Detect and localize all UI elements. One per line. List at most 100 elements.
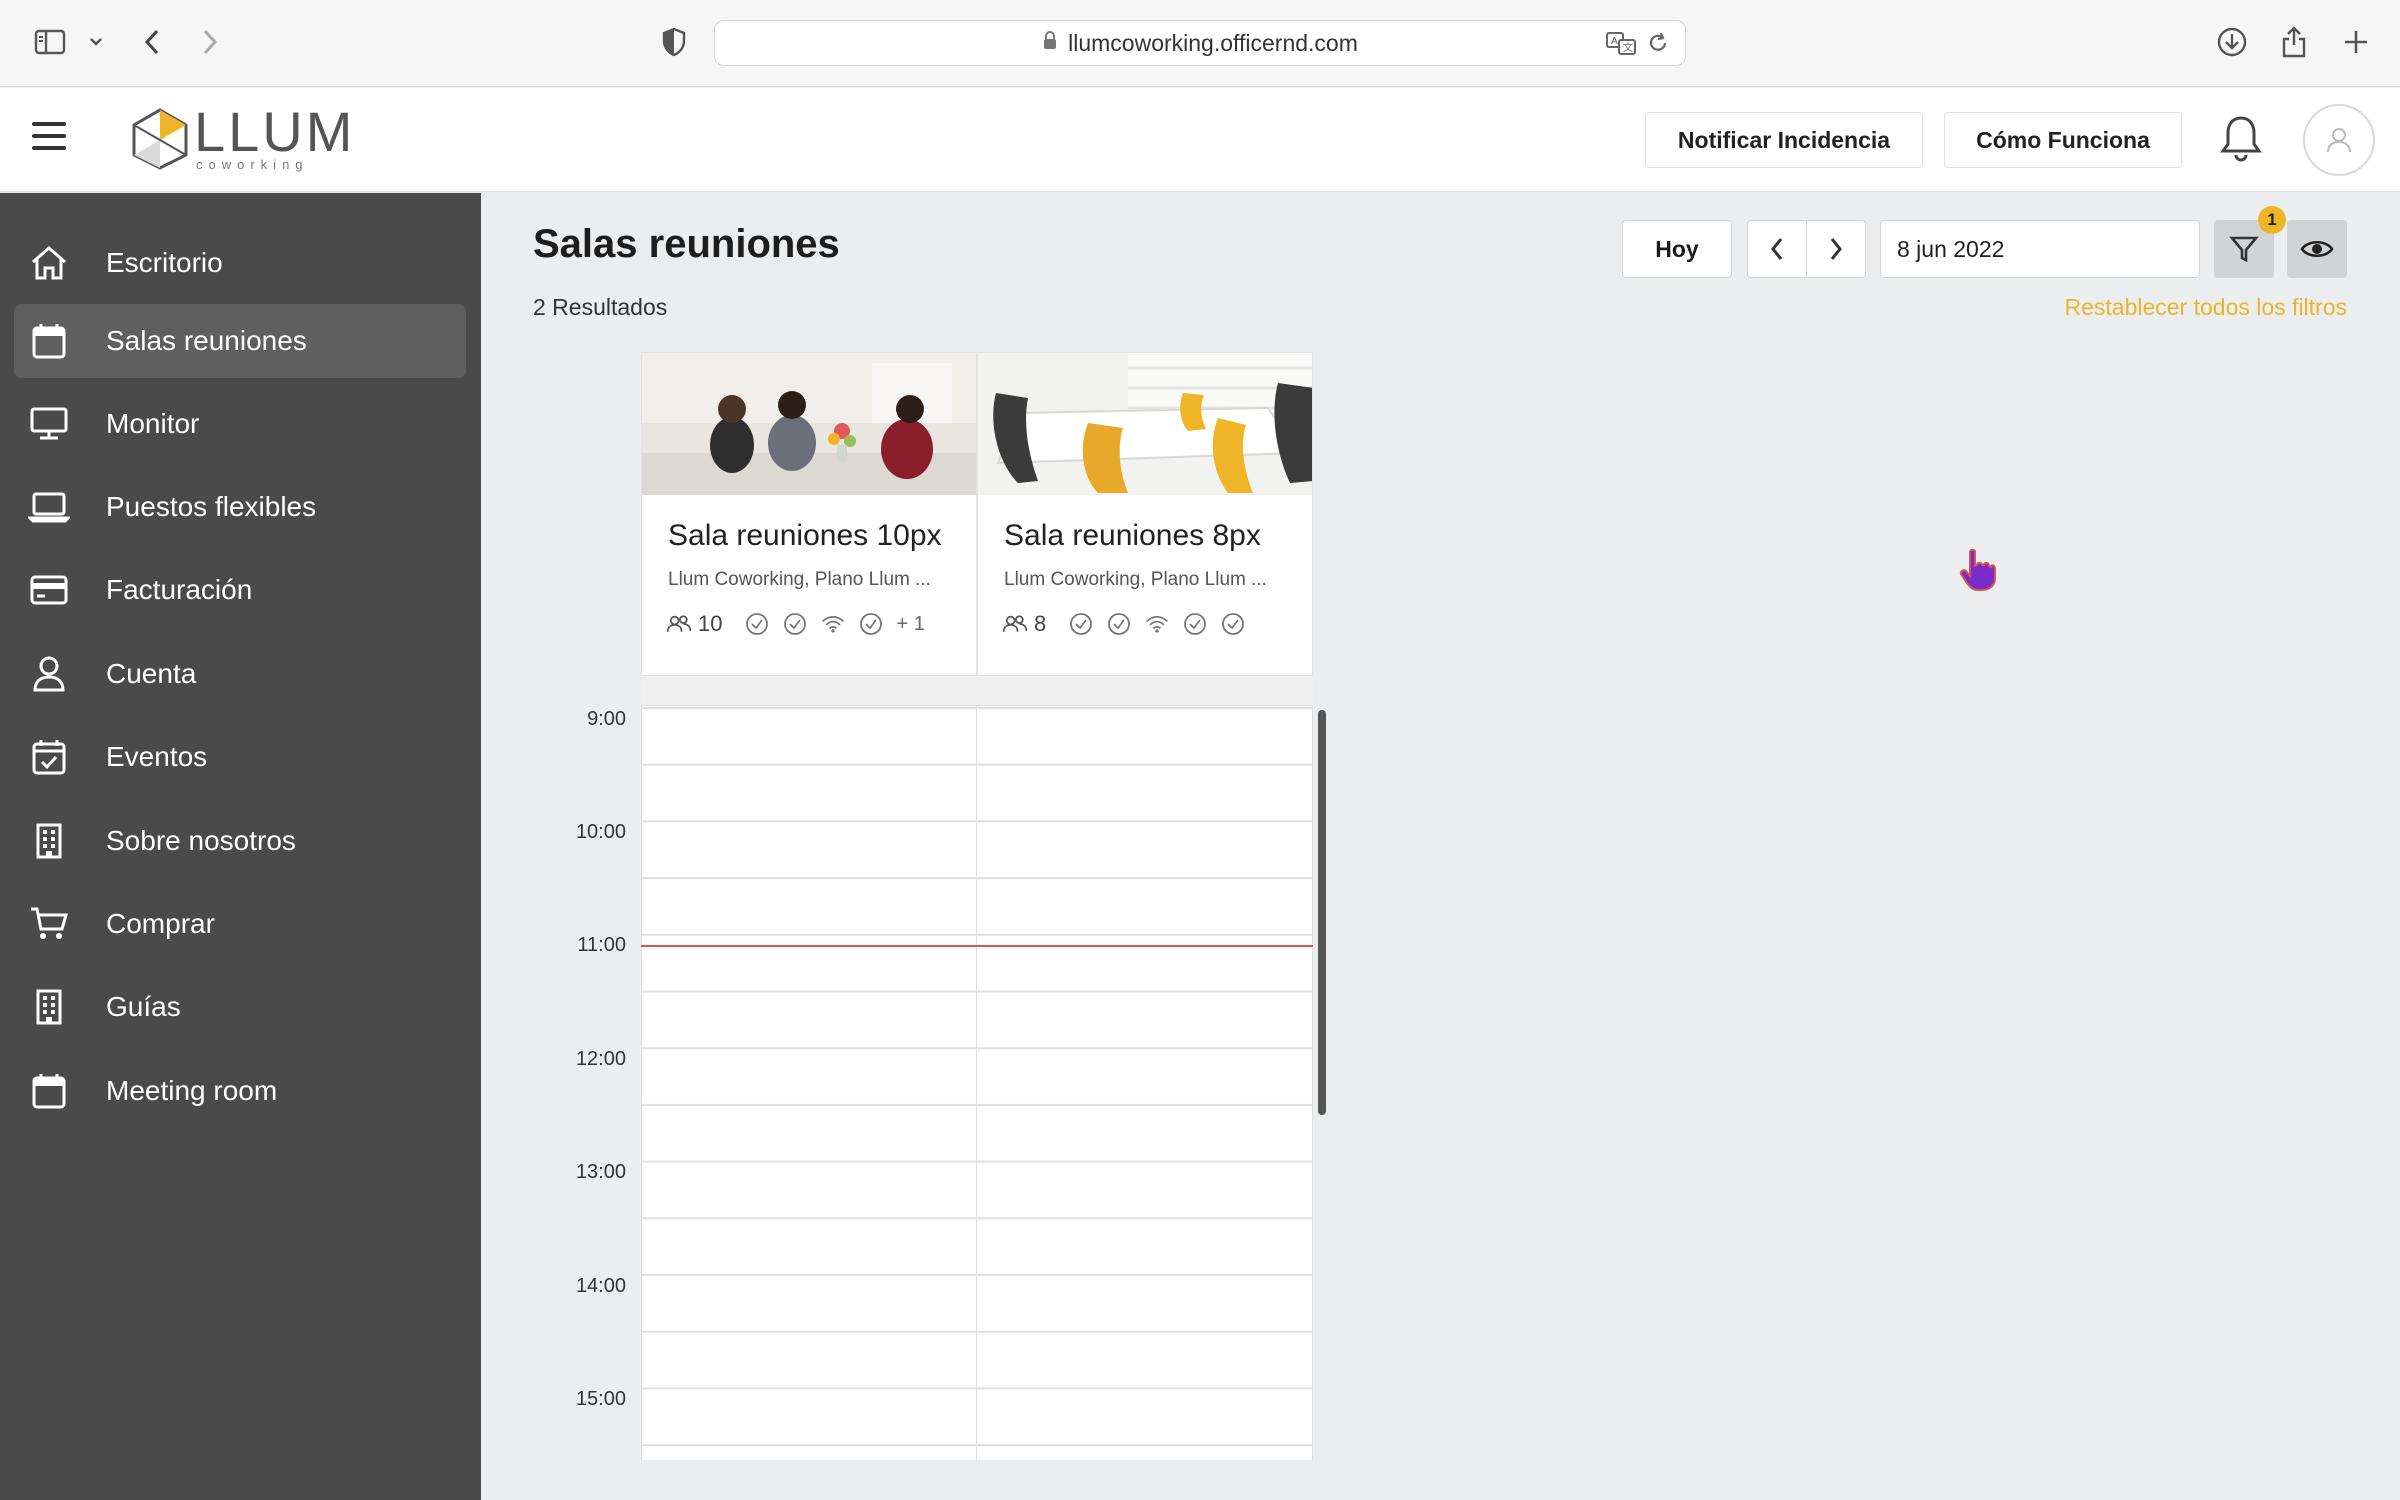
sidebar-item-label: Escritorio (106, 247, 223, 278)
wifi-icon (1144, 611, 1170, 637)
sidebar-item-comprar[interactable]: Comprar (14, 887, 466, 961)
sidebar-item-facturacion[interactable]: Facturación (14, 553, 466, 627)
time-label: 12:00 (575, 1048, 626, 1070)
forward-icon[interactable] (192, 24, 228, 60)
today-button[interactable]: Hoy (1622, 220, 1732, 278)
current-time-line (641, 945, 1313, 947)
check-badge-icon (1106, 611, 1132, 637)
logo[interactable]: LLUM coworking (132, 100, 356, 172)
svg-text:A: A (1611, 36, 1618, 47)
calendar-grid-lines (977, 707, 1313, 1447)
calendar-check-icon (28, 736, 70, 778)
svg-text:文: 文 (1623, 41, 1633, 54)
sidebar-item-label: Sobre nosotros (106, 825, 296, 856)
reload-icon[interactable] (1647, 31, 1669, 63)
laptop-icon (28, 486, 70, 528)
avatar[interactable] (2303, 104, 2375, 176)
address-bar[interactable]: llumcoworking.officernd.com A文 (714, 20, 1686, 66)
sidebar-item-salas-reuniones[interactable]: Salas reuniones (14, 304, 466, 378)
sidebar-item-sobre-nosotros[interactable]: Sobre nosotros (14, 804, 466, 878)
calendar-scrollbar[interactable] (1318, 710, 1326, 1115)
room-name: Sala reuniones 8px (1004, 519, 1261, 552)
new-tab-icon[interactable] (2338, 24, 2374, 60)
sidebar-item-label: Eventos (106, 741, 208, 772)
time-label: 14:00 (575, 1275, 626, 1297)
room-photo (642, 353, 976, 495)
eye-icon (2300, 240, 2334, 258)
date-field[interactable] (1880, 220, 2200, 278)
translate-icon[interactable]: A文 (1605, 31, 1637, 63)
room-card[interactable]: Sala reuniones 8px Llum Coworking, Plano… (977, 352, 1313, 676)
view-toggle-button[interactable] (2287, 220, 2347, 278)
filter-icon (2229, 236, 2259, 263)
menu-icon[interactable] (32, 122, 66, 152)
sidebar-item-guias[interactable]: Guías (14, 970, 466, 1044)
calendar-icon (28, 320, 70, 362)
pointer-cursor-icon (1958, 548, 1996, 592)
sidebar-item-puestos-flexibles[interactable]: Puestos flexibles (14, 470, 466, 544)
room-photo (978, 353, 1312, 495)
calendar-column-room-2[interactable] (977, 706, 1313, 1460)
sidebar-item-label: Comprar (106, 908, 215, 939)
check-badge-icon (1220, 611, 1246, 637)
more-amenities: + 1 (896, 612, 925, 635)
people-icon (666, 611, 692, 637)
app-header: LLUM coworking Notificar Incidencia Cómo… (0, 88, 2400, 192)
next-day-button[interactable] (1806, 220, 1866, 278)
results-count: 2 Resultados (533, 294, 668, 320)
building-icon (28, 820, 70, 862)
report-issue-button[interactable]: Notificar Incidencia (1645, 112, 1923, 168)
lock-icon (1042, 30, 1058, 57)
logo-wordmark: LLUM (194, 100, 356, 163)
cart-icon (28, 903, 70, 945)
sidebar-toggle-icon[interactable] (32, 24, 68, 60)
previous-day-button[interactable] (1747, 220, 1807, 278)
sidebar-item-escritorio[interactable]: Escritorio (14, 226, 466, 300)
sidebar-item-monitor[interactable]: Monitor (14, 387, 466, 461)
sidebar-item-label: Monitor (106, 408, 200, 439)
sidebar-item-cuenta[interactable]: Cuenta (14, 637, 466, 711)
wifi-icon (820, 611, 846, 637)
room-capacity: 8 (1034, 611, 1047, 636)
sidebar-item-label: Facturación (106, 574, 253, 605)
building-icon (28, 986, 70, 1028)
check-badge-icon (858, 611, 884, 637)
credit-card-icon (28, 569, 70, 611)
calendar-icon (28, 1070, 70, 1112)
how-it-works-button[interactable]: Cómo Funciona (1944, 112, 2182, 168)
privacy-shield-icon[interactable] (656, 24, 692, 60)
sidebar-item-meeting-room[interactable]: Meeting room (14, 1054, 466, 1128)
room-location: Llum Coworking, Plano Llum ... (668, 569, 931, 590)
time-label: 10:00 (575, 821, 626, 843)
sidebar: Escritorio Salas reuniones Monitor Puest… (0, 193, 481, 1500)
calendar-all-day-row (641, 676, 1313, 706)
logo-tagline: coworking (196, 157, 309, 172)
time-label: 13:00 (575, 1161, 626, 1183)
download-icon[interactable] (2214, 24, 2250, 60)
share-icon[interactable] (2276, 24, 2312, 60)
reset-filters-link[interactable]: Restablecer todos los filtros (2064, 294, 2347, 321)
back-icon[interactable] (134, 24, 170, 60)
calendar-column-room-1[interactable] (641, 706, 978, 1460)
people-icon (1002, 611, 1028, 637)
user-icon (2327, 128, 2351, 153)
bell-icon[interactable] (2218, 114, 2264, 164)
room-location: Llum Coworking, Plano Llum ... (1004, 569, 1267, 590)
sidebar-item-label: Guías (106, 991, 181, 1022)
sidebar-item-label: Puestos flexibles (106, 491, 317, 522)
chevron-down-icon[interactable] (78, 24, 114, 60)
room-card[interactable]: Sala reuniones 10px Llum Coworking, Plan… (641, 352, 977, 676)
room-amenities: 10 + 1 (666, 611, 925, 637)
time-label: 11:00 (577, 934, 626, 956)
room-name: Sala reuniones 10px (668, 519, 942, 552)
chevron-right-icon (1830, 238, 1842, 260)
chevron-left-icon (1771, 238, 1783, 260)
url-actions: A文 (1605, 31, 1669, 63)
page-title: Salas reuniones (533, 222, 840, 266)
user-icon (28, 653, 70, 695)
room-amenities: 8 (1002, 611, 1246, 637)
calendar-grid-lines (642, 707, 978, 1447)
sidebar-item-eventos[interactable]: Eventos (14, 720, 466, 794)
check-badge-icon (782, 611, 808, 637)
sidebar-item-label: Salas reuniones (106, 325, 307, 356)
